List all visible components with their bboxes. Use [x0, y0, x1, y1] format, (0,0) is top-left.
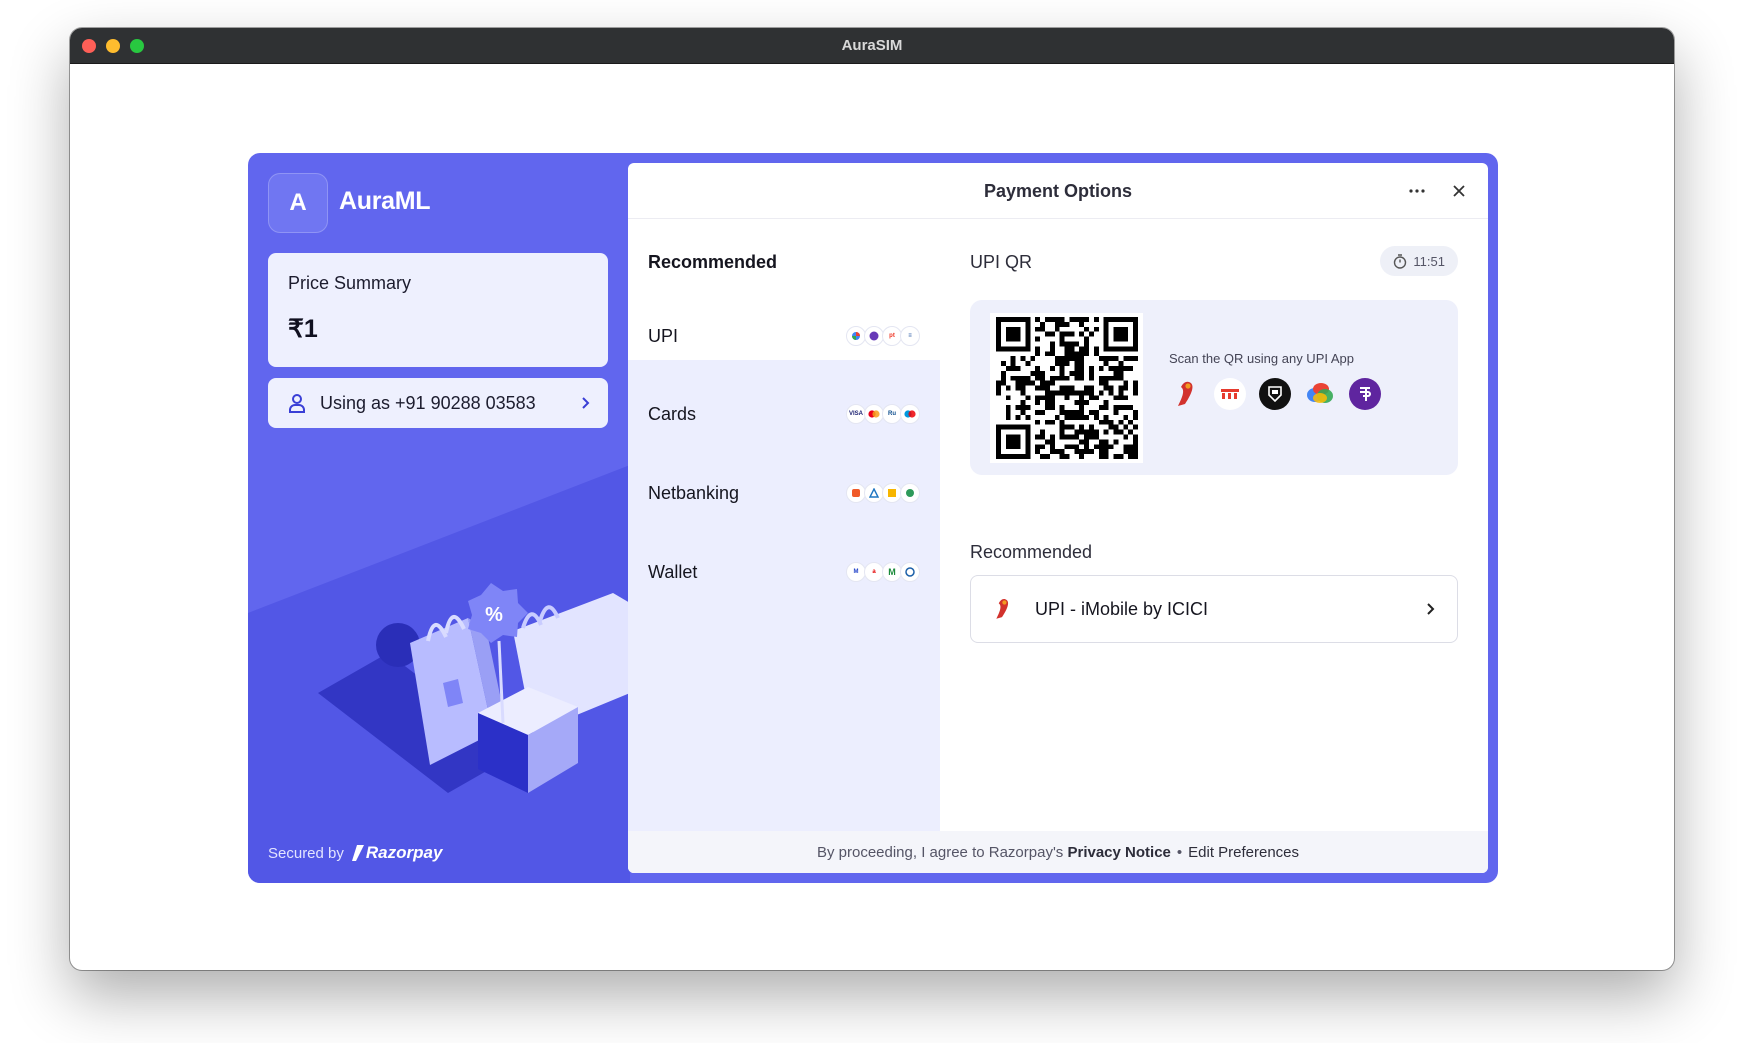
chevron-right-icon	[582, 397, 590, 409]
shopping-illustration: %	[318, 583, 630, 793]
paytm-icon: pt	[882, 326, 902, 346]
method-netbanking[interactable]: Netbanking	[628, 449, 940, 537]
imobile-icon	[1169, 378, 1201, 410]
mobikwik-icon: M	[846, 562, 866, 582]
timer-icon	[1394, 253, 1407, 269]
upi-app-icons	[1169, 378, 1394, 410]
method-label: UPI	[648, 325, 679, 346]
price-summary-card: Price Summary ₹1	[268, 253, 608, 367]
visa-icon: VISA	[846, 404, 866, 424]
price-amount: ₹1	[288, 315, 318, 343]
payment-title: Payment Options	[983, 181, 1133, 201]
merchant-name: AuraML	[339, 187, 431, 215]
method-icons: pt ≡	[846, 326, 920, 346]
secured-by-label: Secured by	[268, 844, 344, 862]
method-label: Netbanking	[648, 482, 740, 503]
user-contact-button[interactable]: Using as +91 90288 03583	[268, 378, 608, 428]
svg-text:%: %	[485, 604, 503, 626]
qr-timer: 11:51	[1380, 246, 1458, 276]
wallet-4-icon	[900, 562, 920, 582]
bhim-icon: ≡	[900, 326, 920, 346]
recommended-upi-imobile[interactable]: UPI - iMobile by ICICI	[970, 575, 1458, 643]
legal-footer: By proceeding, I agree to Razorpay's Pri…	[628, 831, 1488, 873]
airtel-icon: a	[864, 562, 884, 582]
bank-3-icon	[882, 483, 902, 503]
recommended-item-label: UPI - iMobile by ICICI	[1035, 598, 1209, 619]
window-title: AuraSIM	[841, 37, 903, 54]
payment-header: Payment Options	[628, 163, 1488, 219]
price-summary-label: Price Summary	[288, 273, 412, 293]
qr-code-image	[995, 317, 1138, 459]
recommended-heading: Recommended	[970, 542, 1093, 562]
razorpay-mark-icon	[351, 845, 364, 861]
scan-instruction: Scan the QR using any UPI App	[1169, 351, 1354, 366]
footer-separator: •	[1176, 843, 1183, 861]
method-label: Cards	[648, 403, 697, 424]
app-window: AuraSIM A AuraML Price Summary ₹1 Using …	[70, 28, 1674, 970]
payment-panel: Payment Options Recommended UPI pt ≡ Car…	[628, 163, 1488, 873]
payment-content: UPI QR 11:51 Scan the QR using any UPI A…	[970, 220, 1458, 830]
nav-heading: Recommended	[648, 252, 778, 272]
cred-icon	[1259, 378, 1291, 410]
paytm-icon	[1214, 378, 1246, 410]
rupay-icon: Ru	[882, 404, 902, 424]
m-wallet-icon: M	[882, 562, 902, 582]
chevron-right-icon	[1427, 603, 1435, 615]
secured-by: Secured by Razorpay	[268, 843, 442, 863]
imobile-icon	[996, 599, 1009, 619]
qr-code	[990, 313, 1143, 463]
gpay-icon	[846, 326, 866, 346]
razorpay-brand-text: Razorpay	[365, 843, 443, 862]
phonepe-icon	[864, 326, 884, 346]
close-icon	[1453, 185, 1465, 197]
payment-methods-nav: Recommended UPI pt ≡ Cards VISA Ru Netba…	[628, 220, 940, 873]
timer-text: 11:51	[1413, 253, 1445, 269]
maestro-icon	[900, 404, 920, 424]
footer-prefix: By proceeding, I agree to Razorpay's	[816, 843, 1064, 861]
upi-qr-heading: UPI QR	[970, 252, 1033, 272]
checkout-frame: A AuraML Price Summary ₹1 Using as +91 9…	[248, 153, 1498, 883]
privacy-notice-link[interactable]: Privacy Notice	[1067, 844, 1170, 861]
method-icons: VISA Ru	[846, 404, 920, 424]
gpay-icon	[1304, 378, 1336, 410]
method-wallet[interactable]: Wallet M a M	[628, 528, 940, 616]
method-icons	[846, 483, 920, 503]
phonepe-icon	[1349, 378, 1381, 410]
bank-4-icon	[900, 483, 920, 503]
more-options-button[interactable]	[1406, 180, 1428, 202]
method-upi[interactable]: UPI pt ≡	[628, 292, 940, 380]
close-button[interactable]	[1448, 180, 1470, 202]
user-icon	[289, 394, 305, 413]
user-contact-text: Using as +91 90288 03583	[320, 392, 536, 413]
bank-2-icon	[864, 483, 884, 503]
qr-card: Scan the QR using any UPI App	[970, 300, 1458, 475]
method-icons: M a M	[846, 562, 920, 582]
edit-preferences-link[interactable]: Edit Preferences	[1188, 844, 1299, 861]
bank-1-icon	[846, 483, 866, 503]
method-label: Wallet	[648, 561, 698, 582]
method-cards[interactable]: Cards VISA Ru	[628, 370, 940, 458]
mastercard-icon	[864, 404, 884, 424]
more-dots-icon	[1409, 189, 1425, 193]
brand-panel: A AuraML Price Summary ₹1 Using as +91 9…	[248, 153, 630, 883]
title-bar: AuraSIM	[70, 28, 1674, 64]
merchant-logo: A	[268, 173, 328, 233]
razorpay-logo: Razorpay	[351, 843, 443, 863]
